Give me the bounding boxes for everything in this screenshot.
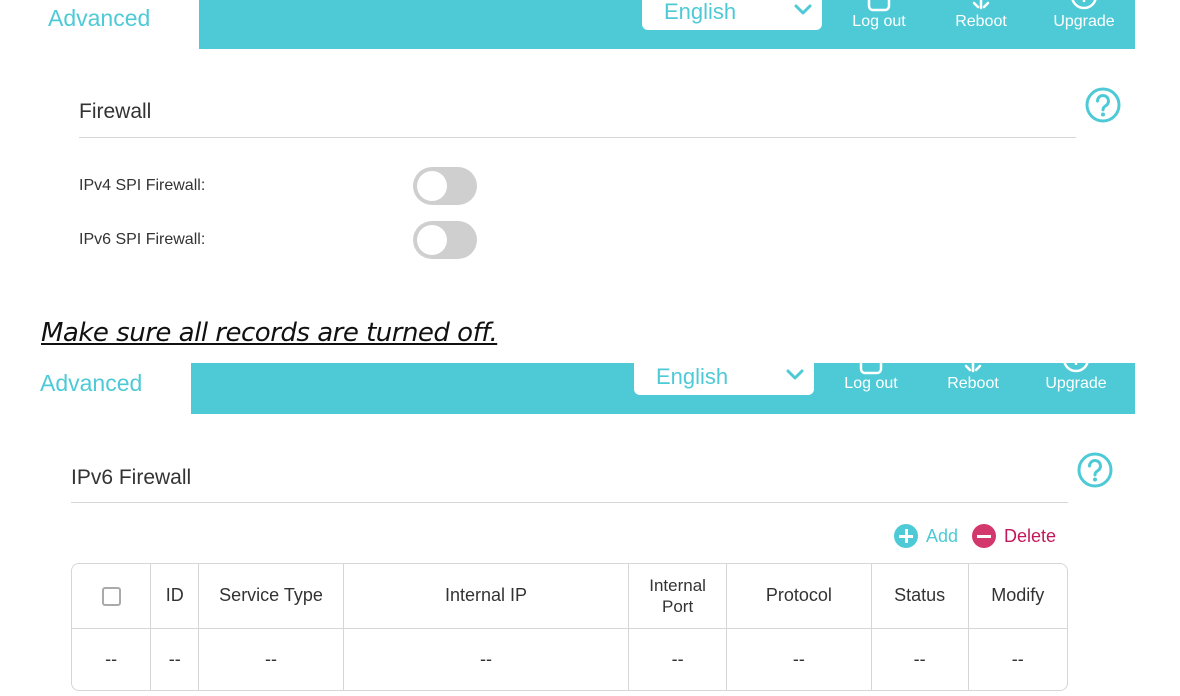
logout-icon (867, 0, 891, 12)
tab-advanced[interactable]: Advanced (40, 370, 142, 397)
firewall-panel: Advanced English Log out Reboot Upgrade … (0, 0, 1180, 300)
language-select[interactable]: English (634, 351, 814, 395)
help-icon[interactable] (1076, 451, 1114, 489)
language-value: English (664, 0, 737, 24)
toggle-knob (417, 225, 447, 255)
chevron-down-icon (794, 4, 812, 15)
add-label: Add (926, 526, 959, 546)
upgrade-icon (1071, 0, 1097, 10)
instruction-caption: Make sure all records are turned off. (41, 318, 498, 348)
help-icon[interactable] (1084, 86, 1122, 124)
upgrade-button[interactable]: Upgrade (1036, 353, 1116, 412)
table-row: -- -- -- -- -- -- -- -- (72, 628, 1067, 690)
language-value: English (656, 364, 729, 389)
logout-label: Log out (844, 375, 898, 392)
logout-button[interactable]: Log out (839, 0, 919, 49)
reboot-label: Reboot (955, 13, 1007, 30)
ipv6-spi-firewall-label: IPv6 SPI Firewall: (79, 231, 206, 248)
select-all-cell (72, 564, 152, 628)
table-cell: -- (726, 628, 872, 690)
reboot-icon (964, 359, 982, 373)
table-cell: -- (1011, 648, 1024, 669)
column-header-internal-port: Internal Port (628, 564, 728, 628)
table-cell: -- (72, 628, 152, 690)
table-cell: -- (343, 628, 630, 690)
page-title: IPv6 Firewall (71, 466, 192, 489)
ipv6-firewall-table: ID Service Type Internal IP Internal Por… (71, 563, 1068, 691)
logout-label: Log out (852, 13, 906, 30)
upgrade-icon (1062, 353, 1090, 373)
upgrade-label: Upgrade (1053, 13, 1115, 30)
table-cell: -- (150, 628, 200, 690)
select-all-checkbox[interactable] (101, 587, 121, 606)
tab-advanced[interactable]: Advanced (48, 5, 150, 32)
reboot-label: Reboot (947, 375, 999, 392)
logout-button[interactable]: Log out (831, 353, 911, 412)
reboot-button[interactable]: Reboot (941, 0, 1021, 49)
table-cell: -- (198, 628, 344, 690)
page-title: Firewall (79, 100, 152, 123)
language-select[interactable]: English (642, 0, 822, 30)
top-header: English Log out Reboot Upgrade (191, 351, 1135, 414)
top-header: English Log out Reboot Upgrade (199, 0, 1135, 49)
delete-label: Delete (1004, 526, 1057, 546)
reboot-button[interactable]: Reboot (933, 359, 1013, 412)
table-header-row: ID Service Type Internal IP Internal Por… (72, 564, 1067, 628)
ipv4-spi-firewall-label: IPv4 SPI Firewall: (79, 177, 206, 194)
internal-port-label: Internal Port (649, 575, 706, 616)
logout-icon (859, 353, 883, 375)
table-cell: -- (871, 628, 969, 690)
column-header-service-type: Service Type (198, 564, 344, 628)
title-divider (79, 137, 1076, 138)
column-header-id: ID (150, 564, 200, 628)
ipv6-spi-firewall-toggle[interactable] (413, 221, 477, 259)
ipv6-firewall-panel: Advanced English Log out Reboot Upgrade … (0, 351, 1180, 696)
column-header-protocol: Protocol (726, 564, 872, 628)
add-icon (894, 524, 918, 548)
toggle-knob (417, 171, 447, 201)
chevron-down-icon (786, 369, 804, 380)
title-divider (71, 502, 1068, 503)
ipv4-spi-firewall-toggle[interactable] (413, 167, 477, 205)
table-cell: -- (628, 628, 728, 690)
upgrade-label: Upgrade (1045, 375, 1107, 392)
delete-icon (972, 524, 996, 548)
reboot-icon (972, 0, 990, 10)
column-header-internal-ip: Internal IP (343, 564, 630, 628)
upgrade-button[interactable]: Upgrade (1044, 0, 1124, 49)
column-header-status: Status (871, 564, 969, 628)
column-header-modify: Modify (991, 585, 1045, 606)
